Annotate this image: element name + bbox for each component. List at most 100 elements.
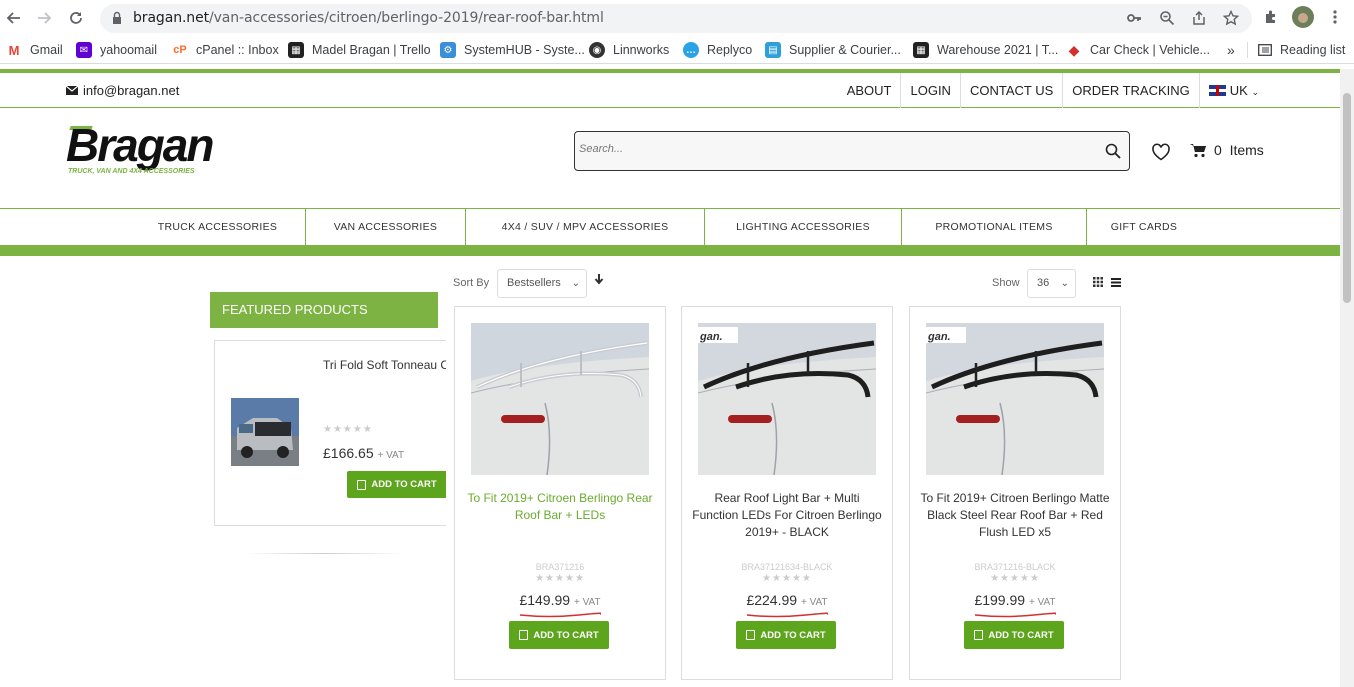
wishlist-heart-icon[interactable] [1151, 143, 1171, 161]
order-tracking-link[interactable]: ORDER TRACKING [1062, 73, 1199, 108]
featured-product-price-row: £166.65 + VAT [323, 445, 404, 461]
bookmark-yahoomail[interactable]: ✉ yahoomail [76, 41, 157, 59]
nav-promotional-items[interactable]: PROMOTIONAL ITEMS [902, 209, 1087, 246]
cart-count: 0 [1214, 142, 1222, 158]
bookmark-systemhub[interactable]: ⚙ SystemHUB - Syste... [440, 41, 585, 59]
featured-product-image[interactable] [231, 398, 299, 466]
watermark-text: gan. [927, 331, 951, 343]
share-icon[interactable] [1191, 10, 1207, 26]
product-price-row: £199.99 + VAT [910, 592, 1120, 608]
add-to-cart-button[interactable]: ADD TO CART [509, 621, 609, 649]
bookmark-supplier-courier[interactable]: ▤ Supplier & Courier... [765, 41, 901, 59]
grid-view-icon[interactable] [1093, 277, 1103, 287]
bookmark-label: Linnworks [613, 43, 670, 57]
product-title[interactable]: To Fit 2019+ Citroen Berlingo Rear Roof … [465, 490, 655, 524]
profile-avatar-icon[interactable] [1292, 6, 1314, 28]
contact-us-link[interactable]: CONTACT US [959, 73, 1062, 108]
sort-by-value: Bestsellers [507, 277, 561, 289]
bookmark-cpanel[interactable]: cP cPanel :: Inbox [172, 41, 278, 59]
limit-value: 36 [1037, 277, 1050, 289]
sheet-icon: ▤ [765, 42, 781, 58]
product-image[interactable]: gan. [698, 323, 876, 475]
product-title[interactable]: To Fit 2019+ Citroen Berlingo Matte Blac… [920, 490, 1110, 541]
email-text: info@bragan.net [83, 83, 180, 98]
limit-select[interactable]: 36 ⌄ [1027, 269, 1076, 298]
key-icon[interactable] [1126, 10, 1142, 26]
search-box[interactable] [574, 131, 1130, 171]
reading-list-icon [1258, 44, 1272, 56]
sort-direction-arrow-icon[interactable] [594, 274, 604, 289]
bookmark-gmail[interactable]: M Gmail [6, 41, 63, 59]
product-image[interactable]: gan. [926, 323, 1104, 475]
nav-van-accessories[interactable]: VAN ACCESSORIES [306, 209, 466, 246]
bookmark-label: Car Check | Vehicle... [1090, 43, 1210, 57]
extensions-icon[interactable] [1262, 8, 1280, 26]
linnworks-icon: ◉ [589, 42, 605, 58]
add-to-cart-button[interactable]: ADD TO CART [736, 621, 836, 649]
bookmark-linnworks[interactable]: ◉ Linnworks [589, 41, 669, 59]
logo-wordmark: Bragan [66, 119, 214, 171]
bookmark-car-check[interactable]: ◆ Car Check | Vehicle... [1066, 41, 1210, 59]
bookmarks-overflow-icon[interactable]: » [1227, 41, 1235, 59]
browser-toolbar: bragan.net/van-accessories/citroen/berli… [0, 0, 1354, 36]
main-navigation: TRUCK ACCESSORIES VAN ACCESSORIES 4X4 / … [0, 208, 1340, 246]
trello-icon: ▦ [288, 42, 304, 58]
top-bar: info@bragan.net ABOUT LOGIN CONTACT US O… [0, 73, 1340, 108]
product-sku: BRA37121634-BLACK [741, 562, 833, 572]
featured-add-to-cart-button[interactable]: ADD TO CART [347, 471, 446, 498]
reading-list[interactable]: Reading list [1258, 41, 1345, 59]
bookmark-label: Madel Bragan | Trello [312, 43, 431, 57]
product-image[interactable] [471, 323, 649, 475]
bookmark-label: Replyco [707, 43, 753, 57]
forward-icon[interactable] [34, 8, 54, 28]
featured-rating-stars: ★★★★★ [323, 424, 373, 435]
watermark-text: gan. [699, 331, 723, 343]
add-to-cart-button[interactable]: ADD TO CART [964, 621, 1064, 649]
email-link[interactable]: info@bragan.net [66, 83, 179, 98]
featured-product-title[interactable]: Tri Fold Soft Tonneau C [323, 358, 446, 372]
product-title[interactable]: Rear Roof Light Bar + Multi Function LED… [692, 490, 882, 541]
shopping-bag-icon [357, 479, 367, 490]
menu-icon[interactable] [1326, 8, 1344, 26]
sort-by-label: Sort By [453, 277, 490, 289]
shopping-bag-icon [974, 630, 984, 640]
search-input[interactable] [579, 143, 1079, 155]
yahoo-mail-icon: ✉ [76, 42, 92, 58]
vat-label: + VAT [377, 450, 405, 461]
nav-truck-accessories[interactable]: TRUCK ACCESSORIES [130, 209, 306, 246]
bookmarks-bar: M Gmail ✉ yahoomail cP cPanel :: Inbox ▦ Mad… [0, 36, 1354, 64]
product-card: gan. To Fit 2019+ Citroen Berlingo Matte… [909, 306, 1121, 680]
product-sku: BRA371216 [535, 562, 585, 572]
product-sku: BRA371216-BLACK [974, 562, 1056, 572]
nav-4x4-suv-mpv-accessories[interactable]: 4X4 / SUV / MPV ACCESSORIES [466, 209, 705, 246]
address-bar[interactable]: bragan.net/van-accessories/citroen/berli… [100, 4, 1252, 33]
scrollbar-thumb[interactable] [1343, 93, 1351, 303]
mini-cart[interactable]: 0 Items [1190, 142, 1264, 158]
region-selector[interactable]: UK ⌄ [1198, 73, 1268, 108]
nav-gift-cards[interactable]: GIFT CARDS [1087, 209, 1201, 246]
bookmark-label: SystemHUB - Syste... [464, 43, 585, 57]
zoom-icon[interactable] [1159, 10, 1175, 26]
back-icon[interactable] [4, 8, 24, 28]
bookmark-warehouse[interactable]: ▦ Warehouse 2021 | T... [913, 41, 1058, 59]
featured-product-card: Tri Fold Soft Tonneau C ★★★★★ £166.65 + … [214, 340, 446, 526]
reload-icon[interactable] [66, 8, 86, 28]
bookmark-label: Supplier & Courier... [789, 43, 901, 57]
bragan-logo[interactable]: Bragan TRUCK, VAN AND 4X4 ACCESSORIES [66, 119, 276, 182]
bookmark-replyco[interactable]: … Replyco [683, 41, 752, 59]
about-link[interactable]: ABOUT [838, 73, 901, 108]
bookmark-trello[interactable]: ▦ Madel Bragan | Trello [288, 41, 431, 59]
nav-lighting-accessories[interactable]: LIGHTING ACCESSORIES [705, 209, 902, 246]
add-to-cart-label: ADD TO CART [533, 629, 599, 641]
login-link[interactable]: LOGIN [900, 73, 959, 108]
lock-icon [113, 11, 121, 24]
cpanel-icon: cP [173, 44, 187, 56]
sort-by-select[interactable]: Bestsellers ⌄ [497, 269, 587, 298]
featured-product-price: £166.65 [323, 445, 374, 461]
star-icon[interactable] [1223, 10, 1239, 26]
add-to-cart-label: ADD TO CART [760, 629, 826, 641]
search-icon[interactable] [1105, 143, 1121, 159]
bookmark-label: yahoomail [100, 43, 157, 57]
list-view-icon[interactable] [1111, 278, 1121, 287]
page-scrollbar[interactable] [1340, 69, 1354, 687]
